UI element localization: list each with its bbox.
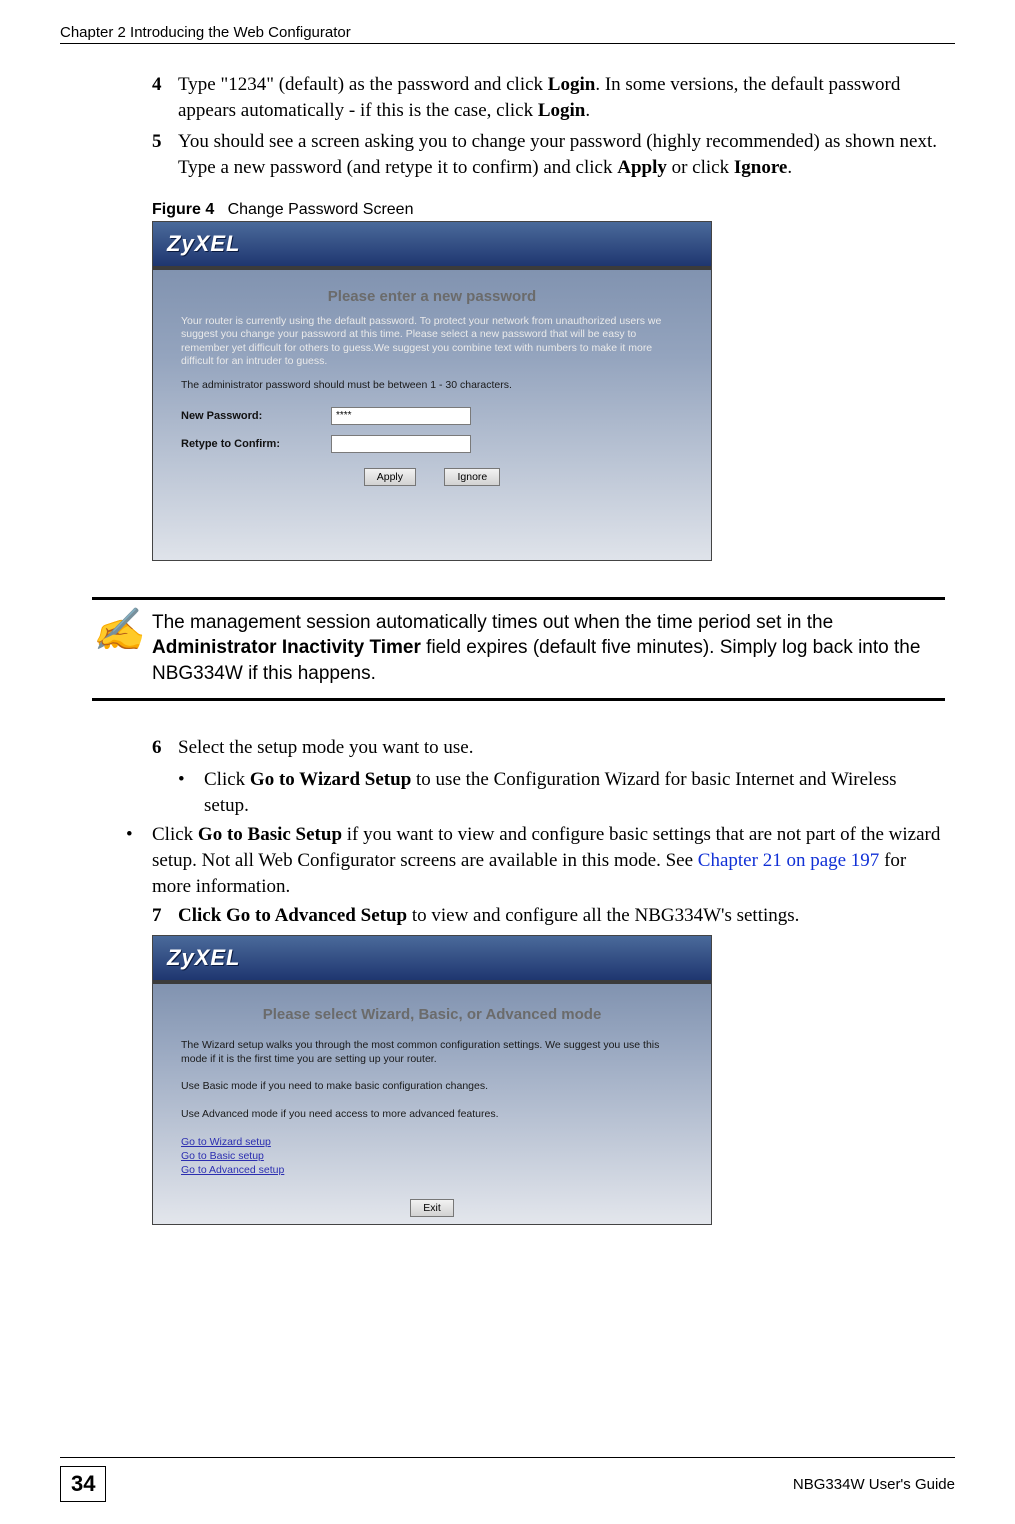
note-text: The management session automatically tim…: [152, 610, 945, 687]
shot1-buttons: Apply Ignore: [181, 467, 683, 486]
step-6-bullet-b-text: Click Go to Basic Setup if you want to v…: [152, 822, 945, 899]
step-7-text: Click Go to Advanced Setup to view and c…: [178, 903, 945, 929]
apply-button[interactable]: Apply: [364, 468, 416, 486]
step-6-bullet-a-text: Click Go to Wizard Setup to use the Conf…: [204, 767, 945, 818]
shot1-title: Please enter a new password: [181, 288, 683, 305]
go-to-wizard-link[interactable]: Go to Wizard setup: [181, 1136, 683, 1148]
zyxel-logo: ZyXEL: [167, 945, 240, 971]
shot2-body: Please select Wizard, Basic, or Advanced…: [153, 984, 711, 1224]
step-4: 4 Type "1234" (default) as the password …: [152, 72, 945, 123]
go-to-advanced-link[interactable]: Go to Advanced setup: [181, 1164, 683, 1176]
step-5-number: 5: [152, 129, 178, 180]
step-5: 5 You should see a screen asking you to …: [152, 129, 945, 180]
shot2-para2: Use Basic mode if you need to make basic…: [181, 1080, 683, 1094]
guide-name: NBG334W User's Guide: [793, 1476, 955, 1493]
shot2-para1: The Wizard setup walks you through the m…: [181, 1039, 683, 1066]
new-password-input[interactable]: [331, 407, 471, 425]
steps-block-a: 4 Type "1234" (default) as the password …: [152, 72, 945, 561]
running-header: Chapter 2 Introducing the Web Configurat…: [60, 24, 955, 41]
bullet-b-prefix: Click: [152, 824, 198, 845]
footer-rule: [60, 1457, 955, 1458]
step-6-text: Select the setup mode you want to use.: [178, 735, 945, 761]
retype-label: Retype to Confirm:: [181, 438, 331, 450]
shot2-para3: Use Advanced mode if you need access to …: [181, 1108, 683, 1122]
step-5-text: You should see a screen asking you to ch…: [178, 129, 945, 180]
step-6-sublist: • Click Go to Wizard Setup to use the Co…: [178, 767, 945, 818]
step-6-bullet-b: • Click Go to Basic Setup if you want to…: [126, 822, 945, 899]
page-number: 34: [60, 1466, 106, 1502]
shot1-banner: ZyXEL: [153, 222, 711, 270]
step-7: 7 Click Go to Advanced Setup to view and…: [152, 903, 945, 929]
mode-select-screenshot: ZyXEL Please select Wizard, Basic, or Ad…: [152, 935, 712, 1225]
note-icon: ✍: [92, 610, 152, 652]
retype-row: Retype to Confirm:: [181, 435, 683, 453]
figure-4-label: Figure 4: [152, 201, 214, 218]
new-password-row: New Password:: [181, 407, 683, 425]
ignore-button[interactable]: Ignore: [444, 468, 500, 486]
figure-4-screenshot: ZyXEL Please enter a new password Your r…: [152, 221, 712, 561]
figure-4-caption: Figure 4 Change Password Screen: [152, 201, 945, 219]
new-password-label: New Password:: [181, 410, 331, 422]
chapter-21-link[interactable]: Chapter 21 on page 197: [698, 850, 880, 871]
shot2-title: Please select Wizard, Basic, or Advanced…: [181, 1006, 683, 1023]
exit-button[interactable]: Exit: [410, 1199, 454, 1217]
step-6-number: 6: [152, 735, 178, 761]
shot1-para2: The administrator password should must b…: [181, 379, 683, 393]
shot2-banner: ZyXEL: [153, 936, 711, 984]
shot2-buttons: Exit: [181, 1198, 683, 1217]
step-4-text: Type "1234" (default) as the password an…: [178, 72, 945, 123]
step-7-number: 7: [152, 903, 178, 929]
shot1-para1: Your router is currently using the defau…: [181, 315, 683, 370]
steps-block-b: 6 Select the setup mode you want to use.…: [152, 735, 945, 1224]
bullet-dot-icon: •: [178, 767, 204, 818]
zyxel-logo: ZyXEL: [167, 231, 240, 257]
note-box: ✍ The management session automatically t…: [92, 597, 945, 702]
note-bottom-rule: [92, 698, 945, 701]
page-footer: 34 NBG334W User's Guide: [60, 1457, 955, 1502]
step-6: 6 Select the setup mode you want to use.: [152, 735, 945, 761]
bullet-dot-icon: •: [126, 822, 152, 899]
step-4-number: 4: [152, 72, 178, 123]
shot2-links: Go to Wizard setup Go to Basic setup Go …: [181, 1136, 683, 1176]
go-to-basic-link[interactable]: Go to Basic setup: [181, 1150, 683, 1162]
shot1-body: Please enter a new password Your router …: [153, 270, 711, 560]
figure-4-title: Change Password Screen: [228, 201, 414, 218]
retype-input[interactable]: [331, 435, 471, 453]
header-rule: [60, 43, 955, 44]
step-6-bullet-a: • Click Go to Wizard Setup to use the Co…: [178, 767, 945, 818]
bullet-b-bold: Go to Basic Setup: [198, 824, 342, 845]
